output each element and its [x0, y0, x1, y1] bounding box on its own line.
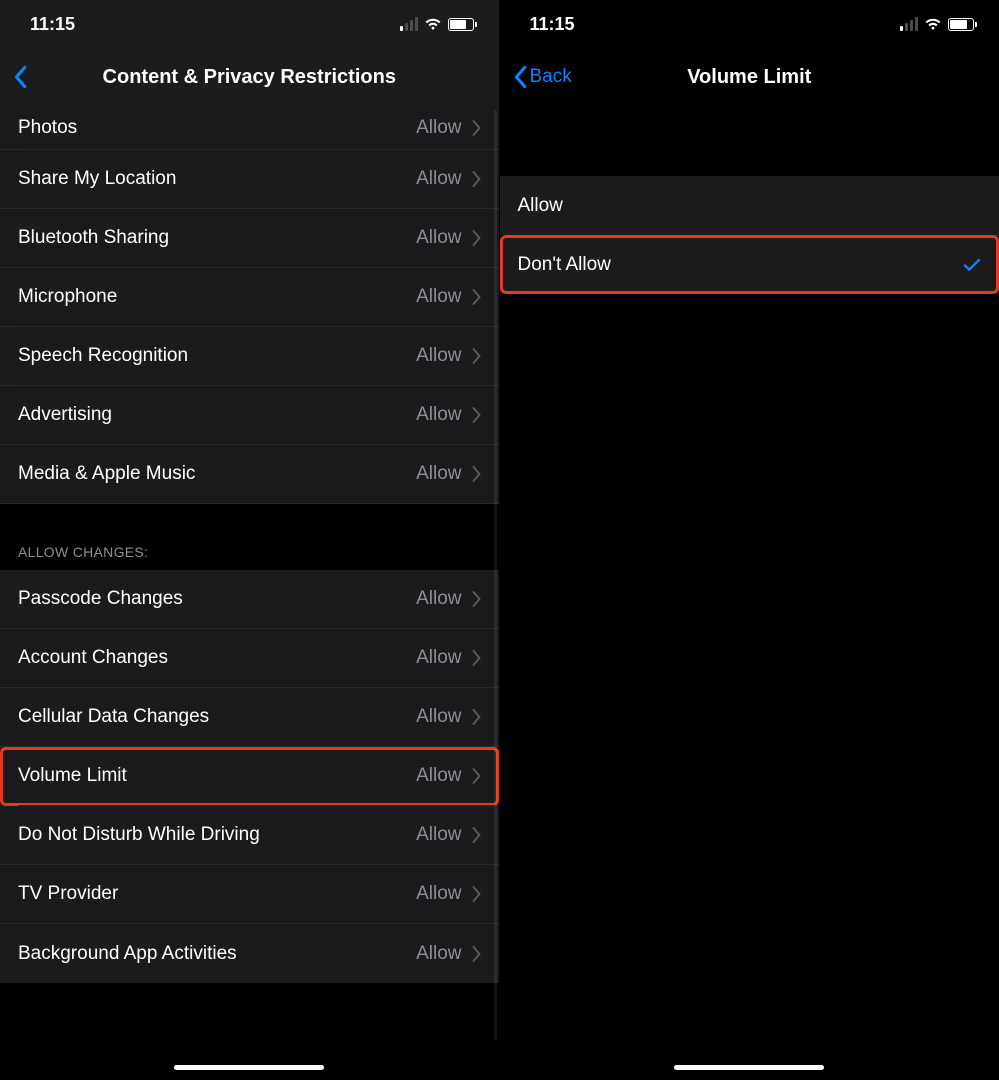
list-item-value: Allow [416, 117, 461, 139]
option-label: Don't Allow [518, 254, 611, 276]
allow-changes-section: Passcode Changes Allow Account Changes Allo… [0, 570, 499, 983]
list-item-advertising[interactable]: Advertising Allow [0, 386, 499, 445]
list-item-label: Photos [18, 117, 77, 139]
wifi-icon [924, 17, 942, 31]
status-icons [900, 17, 977, 31]
status-icons [400, 17, 477, 31]
list-item-value: Allow [416, 883, 461, 905]
list-item-value: Allow [416, 706, 461, 728]
list-item-speech-recognition[interactable]: Speech Recognition Allow [0, 327, 499, 386]
signal-icon [400, 17, 418, 31]
chevron-right-icon [472, 768, 481, 784]
chevron-right-icon [472, 348, 481, 364]
list-item-media-apple-music[interactable]: Media & Apple Music Allow [0, 445, 499, 504]
nav-header: Content & Privacy Restrictions [0, 48, 499, 106]
chevron-right-icon [472, 886, 481, 902]
privacy-section: PhotosAllowShare My LocationAllowBluetoo… [0, 106, 499, 504]
list-item-photos[interactable]: Photos Allow [0, 106, 499, 150]
list-item-label: Speech Recognition [18, 345, 188, 367]
list-item-volume-limit[interactable]: Volume Limit Allow [0, 747, 499, 806]
list-item-account-changes[interactable]: Account Changes Allow [0, 629, 499, 688]
back-button[interactable] [8, 59, 32, 95]
list-item-value: Allow [416, 168, 461, 190]
list-item-label: Passcode Changes [18, 588, 183, 610]
list-item-value: Allow [416, 943, 461, 965]
list-item-share-my-location[interactable]: Share My Location Allow [0, 150, 499, 209]
option-label: Allow [518, 195, 563, 217]
option-don-t-allow[interactable]: Don't Allow [500, 235, 999, 294]
option-list: Allow Don't Allow [500, 176, 999, 294]
list-item-value: Allow [416, 227, 461, 249]
chevron-right-icon [472, 591, 481, 607]
chevron-right-icon [472, 827, 481, 843]
list-item-label: Cellular Data Changes [18, 706, 209, 728]
right-screen: 11:15 Back Volume Limit AllowD [500, 0, 999, 1080]
list-item-label: Advertising [18, 404, 112, 426]
list-item-label: Account Changes [18, 647, 168, 669]
back-label: Back [530, 66, 572, 88]
battery-icon [448, 18, 477, 31]
list-item-background-app-activities[interactable]: Background App Activities Allow [0, 924, 499, 983]
wifi-icon [424, 17, 442, 31]
checkmark-icon [963, 256, 981, 274]
chevron-right-icon [472, 289, 481, 305]
list-item-value: Allow [416, 345, 461, 367]
status-time: 11:15 [30, 14, 75, 35]
chevron-left-icon [12, 65, 28, 89]
chevron-right-icon [472, 120, 481, 136]
chevron-right-icon [472, 946, 481, 962]
status-time: 11:15 [530, 14, 575, 35]
chevron-right-icon [472, 230, 481, 246]
list-item-do-not-disturb-while-driving[interactable]: Do Not Disturb While Driving Allow [0, 806, 499, 865]
scrollbar[interactable] [494, 110, 497, 1040]
list-item-label: TV Provider [18, 883, 118, 905]
back-button[interactable]: Back [508, 59, 576, 95]
chevron-right-icon [472, 709, 481, 725]
chevron-right-icon [472, 407, 481, 423]
list-item-value: Allow [416, 463, 461, 485]
list-item-microphone[interactable]: Microphone Allow [0, 268, 499, 327]
home-indicator[interactable] [174, 1065, 324, 1070]
chevron-left-icon [512, 65, 528, 89]
list-item-label: Media & Apple Music [18, 463, 195, 485]
list-item-value: Allow [416, 765, 461, 787]
option-allow[interactable]: Allow [500, 176, 999, 235]
chevron-right-icon [472, 171, 481, 187]
list-item-bluetooth-sharing[interactable]: Bluetooth Sharing Allow [0, 209, 499, 268]
list-item-value: Allow [416, 404, 461, 426]
chevron-right-icon [472, 466, 481, 482]
list-item-value: Allow [416, 647, 461, 669]
list-item-value: Allow [416, 824, 461, 846]
battery-icon [948, 18, 977, 31]
list-item-passcode-changes[interactable]: Passcode Changes Allow [0, 570, 499, 629]
list-item-tv-provider[interactable]: TV Provider Allow [0, 865, 499, 924]
list-item-label: Background App Activities [18, 943, 237, 965]
left-screen: 11:15 Content & Privacy Restrictions P [0, 0, 500, 1080]
status-bar: 11:15 [500, 0, 999, 48]
list-item-label: Microphone [18, 286, 117, 308]
status-bar: 11:15 [0, 0, 499, 48]
list-item-value: Allow [416, 286, 461, 308]
list-item-value: Allow [416, 588, 461, 610]
list-item-label: Volume Limit [18, 765, 127, 787]
list-item-cellular-data-changes[interactable]: Cellular Data Changes Allow [0, 688, 499, 747]
nav-header: Back Volume Limit [500, 48, 999, 106]
list-item-label: Do Not Disturb While Driving [18, 824, 260, 846]
list-item-label: Bluetooth Sharing [18, 227, 169, 249]
list-item-label: Share My Location [18, 168, 176, 190]
home-indicator[interactable] [674, 1065, 824, 1070]
section-header-allow-changes: Allow Changes: [0, 504, 499, 570]
chevron-right-icon [472, 650, 481, 666]
page-title: Content & Privacy Restrictions [0, 66, 499, 89]
signal-icon [900, 17, 918, 31]
